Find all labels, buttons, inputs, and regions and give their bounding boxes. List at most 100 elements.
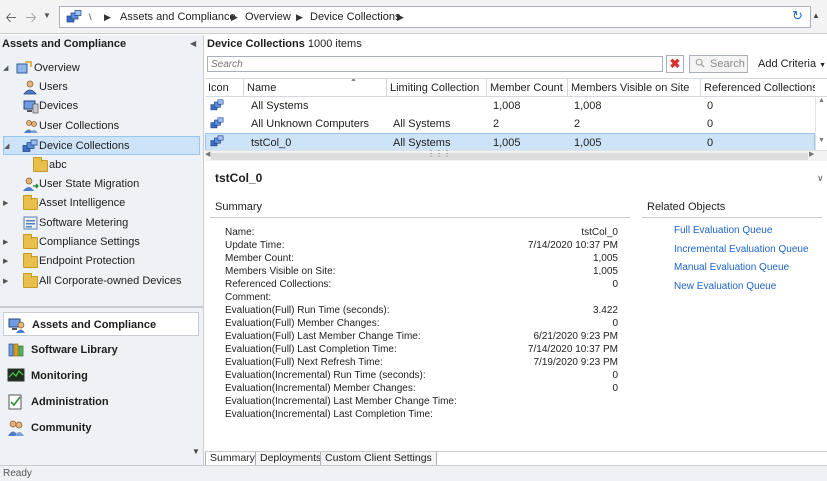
link-manual-evaluation-queue[interactable]: Manual Evaluation Queue	[674, 262, 789, 273]
chevron-down-icon[interactable]: ▼	[818, 137, 825, 144]
link-full-evaluation-queue[interactable]: Full Evaluation Queue	[674, 225, 772, 236]
expand-icon[interactable]: ▶	[3, 233, 13, 252]
expand-icon[interactable]: ▶	[3, 252, 13, 271]
tree-item-user-collections[interactable]: User Collections	[3, 117, 193, 136]
tree-item-software-metering[interactable]: Software Metering	[3, 214, 193, 233]
tree-item-user-state-migration[interactable]: User State Migration	[3, 175, 193, 194]
main-pane: Device Collections 1000 items ✖ Search A…	[205, 35, 827, 466]
summary-value: 0	[612, 318, 618, 329]
scrollbar-thumb[interactable]	[211, 153, 808, 160]
clear-search-button[interactable]: ✖	[666, 55, 684, 73]
search-input[interactable]	[207, 56, 663, 72]
software-library-icon	[8, 343, 24, 357]
workspace-assets-compliance[interactable]: Assets and Compliance	[3, 312, 199, 336]
vertical-scrollbar[interactable]: ▲ ▼	[815, 97, 827, 151]
forward-icon[interactable]: 🡢	[22, 8, 40, 26]
link-incremental-evaluation-queue[interactable]: Incremental Evaluation Queue	[674, 244, 809, 255]
item-count: 1000 items	[307, 38, 362, 50]
tree-item-users[interactable]: Users	[3, 78, 193, 97]
administration-icon	[8, 394, 22, 410]
navigation-title: Assets and Compliance	[2, 38, 127, 50]
table-row[interactable]: All Systems 1,008 1,008 0	[205, 97, 815, 115]
workspace-monitoring[interactable]: Monitoring	[3, 364, 199, 388]
divider	[642, 217, 822, 218]
refresh-icon[interactable]: ↻	[792, 9, 803, 23]
search-button[interactable]: Search	[689, 55, 748, 73]
table-row[interactable]: All Unknown Computers All Systems 2 2 0	[205, 115, 815, 133]
column-header-members-visible[interactable]: Members Visible on Site	[568, 79, 701, 97]
chevron-left-icon[interactable]: ◀	[205, 150, 210, 158]
expand-icon[interactable]: ◢	[3, 59, 13, 78]
column-header-limiting[interactable]: Limiting Collection	[387, 79, 487, 97]
summary-label: Evaluation(Full) Run Time (seconds):	[225, 305, 390, 316]
tree-item-compliance-settings[interactable]: ▶ Compliance Settings	[3, 233, 193, 252]
workspace-switcher: Assets and Compliance Software Library M…	[3, 312, 199, 462]
summary-heading: Summary	[215, 201, 263, 213]
chevron-right-icon[interactable]: ▶	[296, 10, 303, 24]
back-icon[interactable]: 🡠	[2, 8, 20, 26]
cell-name: All Systems	[251, 100, 309, 112]
summary-label: Comment:	[225, 292, 272, 303]
collections-icon	[22, 139, 38, 152]
chevron-up-icon[interactable]: ▲	[818, 97, 825, 104]
related-objects-section: Related Objects Full Evaluation Queue In…	[642, 201, 822, 451]
link-new-evaluation-queue[interactable]: New Evaluation Queue	[674, 281, 776, 292]
chevron-up-icon[interactable]: ▲	[812, 11, 822, 21]
close-icon: ✖	[669, 56, 681, 71]
tree-item-overview[interactable]: ◢ Overview	[3, 59, 193, 78]
tab-deployments[interactable]: Deployments	[255, 452, 327, 466]
history-dropdown-icon[interactable]: ▼	[43, 11, 51, 20]
status-bar: Ready	[0, 465, 827, 481]
summary-label: Evaluation(Full) Last Member Change Time…	[225, 331, 421, 342]
workspace-label: Monitoring	[31, 370, 88, 382]
tree-label: All Corporate-owned Devices	[39, 275, 182, 287]
tree-item-devices[interactable]: Devices	[3, 97, 193, 116]
add-criteria-button[interactable]: Add Criteria ▼	[758, 58, 826, 70]
collections-icon	[66, 10, 82, 23]
software-metering-icon	[23, 216, 38, 230]
summary-label: Evaluation(Full) Member Changes:	[225, 318, 380, 329]
breadcrumb-item-device-collections[interactable]: Device Collections	[310, 10, 400, 24]
tree-item-abc[interactable]: abc	[3, 156, 193, 175]
user-icon	[23, 80, 37, 95]
workspace-administration[interactable]: Administration	[3, 390, 199, 414]
summary-label: Evaluation(Incremental) Last Member Chan…	[225, 396, 457, 407]
breadcrumb-item-overview[interactable]: Overview	[245, 10, 291, 24]
add-criteria-label: Add Criteria	[758, 58, 817, 70]
chevron-right-icon[interactable]: ▶	[809, 150, 814, 158]
expand-icon[interactable]: ◢	[4, 137, 14, 156]
horizontal-scrollbar[interactable]: ◀ ⋮⋮⋮ ▶	[205, 149, 827, 161]
breadcrumb-item-assets[interactable]: Assets and Compliance	[120, 10, 236, 24]
summary-label: Evaluation(Incremental) Member Changes:	[225, 383, 416, 394]
tree-item-device-collections[interactable]: ◢ Device Collections	[3, 136, 200, 155]
tree-item-corporate-devices[interactable]: ▶ All Corporate-owned Devices	[3, 272, 193, 291]
tab-summary[interactable]: Summary	[205, 452, 260, 466]
workspace-label: Assets and Compliance	[32, 319, 157, 331]
expand-icon[interactable]: ▶	[3, 272, 13, 291]
column-header-name[interactable]: ▲ Name	[244, 79, 387, 97]
collapse-pane-icon[interactable]: ◀	[190, 39, 196, 48]
chevron-right-icon[interactable]: ▶	[104, 10, 111, 24]
tree-label: Endpoint Protection	[39, 255, 136, 267]
summary-value: 0	[612, 383, 618, 394]
summary-label: Members Visible on Site:	[225, 266, 336, 277]
table-row-selected[interactable]: tstCol_0 All Systems 1,005 1,005 0	[205, 133, 815, 151]
chevron-right-icon[interactable]: ▶	[397, 10, 404, 24]
tree-item-endpoint-protection[interactable]: ▶ Endpoint Protection	[3, 252, 193, 271]
tab-custom-client-settings[interactable]: Custom Client Settings	[320, 452, 437, 466]
column-header-member-count[interactable]: Member Count	[487, 79, 568, 97]
chevron-right-icon[interactable]: ▶	[231, 10, 238, 24]
list-title: Device Collections	[207, 38, 305, 50]
table-header: Icon ▲ Name Limiting Collection Member C…	[205, 78, 827, 97]
collapse-details-icon[interactable]: ∨	[817, 173, 824, 184]
pane-splitter[interactable]	[0, 306, 204, 308]
workspace-community[interactable]: Community	[3, 416, 199, 440]
tree-item-asset-intelligence[interactable]: ▶ Asset Intelligence	[3, 194, 193, 213]
breadcrumb[interactable]: \ ▶ Assets and Compliance ▶ Overview ▶ D…	[59, 6, 811, 28]
details-title: tstCol_0	[215, 171, 263, 185]
expand-icon[interactable]: ▶	[3, 194, 13, 213]
workspace-software-library[interactable]: Software Library	[3, 338, 199, 362]
column-header-icon[interactable]: Icon	[205, 79, 244, 97]
column-header-referenced[interactable]: Referenced Collections	[701, 79, 815, 97]
chevron-down-icon[interactable]: ▼	[192, 447, 200, 456]
